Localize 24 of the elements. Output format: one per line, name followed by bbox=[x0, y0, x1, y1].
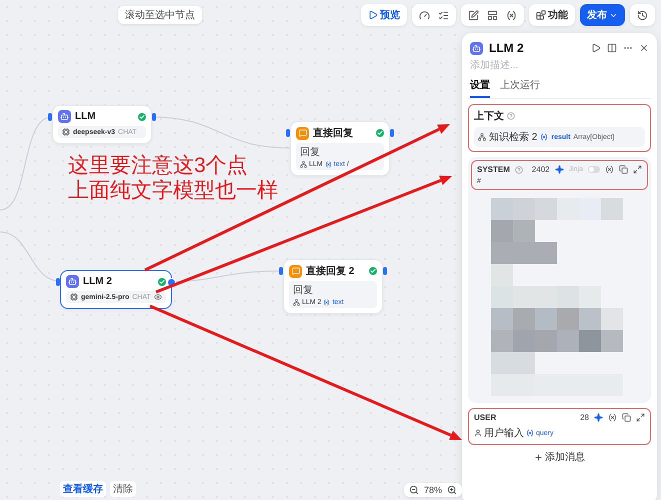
role-label: SYSTEM bbox=[477, 165, 510, 174]
panel-tab[interactable]: 上次运行 bbox=[500, 76, 540, 98]
node-title: LLM 2 bbox=[83, 276, 113, 287]
annotation-text: 上面纯文字模型也一样 bbox=[68, 178, 278, 203]
node-title: 直接回复 2 bbox=[306, 264, 356, 278]
add-message-button[interactable]: 添加消息 bbox=[534, 450, 585, 464]
node-title: LLM bbox=[75, 111, 97, 122]
publish-button[interactable]: 发布 bbox=[580, 4, 625, 26]
zoom-level: 78% bbox=[424, 485, 442, 495]
annotation-text: 这里要注意这3个点 bbox=[68, 153, 249, 178]
section-label: 上下文 bbox=[474, 110, 504, 123]
panel-tab[interactable]: 设置 bbox=[470, 76, 490, 98]
view-cache-button[interactable]: 查看缓存 bbox=[60, 481, 106, 497]
features-button[interactable]: 功能 bbox=[529, 4, 575, 26]
source-node-label: 用户输入 bbox=[484, 426, 524, 440]
token-count: 2402 bbox=[532, 165, 550, 174]
node-title: 直接回复 bbox=[313, 126, 354, 140]
clear-button[interactable]: 清除 bbox=[110, 481, 136, 497]
scroll-to-node-tooltip: 滚动至选中节点 bbox=[118, 6, 202, 24]
token-count: 28 bbox=[580, 413, 589, 422]
description-field[interactable]: 添加描述... bbox=[468, 60, 651, 71]
panel-title: LLM 2 bbox=[489, 41, 525, 55]
preview-button[interactable]: 预览 bbox=[361, 4, 407, 26]
role-label: USER bbox=[474, 413, 496, 422]
